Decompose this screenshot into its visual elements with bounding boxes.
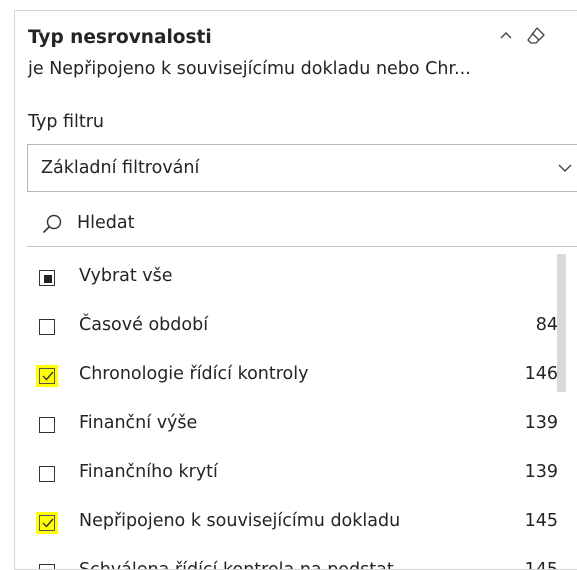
checkbox-box	[39, 368, 55, 384]
item-label: Nepřipojeno k souvisejícímu dokladu	[79, 511, 401, 531]
filter-card: Typ nesrovnalosti je Nepřipojeno k souvi…	[14, 10, 577, 570]
item-count: 146	[524, 364, 558, 384]
chevron-down-icon	[558, 164, 572, 172]
list-item[interactable]: Finanční výše 139	[15, 406, 577, 450]
select-all-row[interactable]: Vybrat vše	[15, 259, 577, 303]
check-icon	[42, 371, 54, 381]
checkbox-box	[39, 466, 55, 482]
partial-indicator	[44, 275, 52, 283]
item-label: Finanční výše	[79, 413, 198, 433]
checkbox[interactable]	[36, 365, 58, 387]
item-count: 145	[524, 511, 558, 531]
search-box[interactable]	[27, 201, 577, 247]
checkbox[interactable]	[36, 512, 58, 534]
checkbox-box	[39, 270, 55, 286]
checkbox-box	[39, 515, 55, 531]
item-label: Časové období	[79, 315, 209, 335]
item-count: 139	[524, 462, 558, 482]
eraser-icon[interactable]	[525, 25, 547, 47]
filter-type-label: Typ filtru	[28, 112, 105, 132]
checkbox[interactable]	[36, 463, 58, 485]
checkbox-box	[39, 564, 55, 569]
filter-type-dropdown[interactable]: Základní filtrování	[27, 144, 577, 192]
search-icon	[42, 214, 62, 234]
item-label: Schválena řídící kontrola na podstat...	[79, 560, 411, 570]
checkbox[interactable]	[36, 414, 58, 436]
list-item[interactable]: Nepřipojeno k souvisejícímu dokladu 145	[15, 504, 577, 548]
item-count: 145	[524, 560, 558, 570]
item-count: 139	[524, 413, 558, 433]
checkbox-box	[39, 319, 55, 335]
item-label: Finančního krytí	[79, 462, 218, 482]
filter-title: Typ nesrovnalosti	[28, 27, 212, 48]
filter-type-value: Základní filtrování	[41, 158, 200, 178]
list-item[interactable]: Finančního krytí 139	[15, 455, 577, 499]
scrollbar[interactable]	[557, 254, 566, 392]
chevron-up-icon[interactable]	[495, 25, 517, 47]
item-label: Chronologie řídící kontroly	[79, 364, 309, 384]
checkbox-box	[39, 417, 55, 433]
check-icon	[42, 518, 54, 528]
checkbox[interactable]	[36, 316, 58, 338]
search-input[interactable]	[77, 209, 527, 237]
value-list: Vybrat vše Časové období 84 Chronologie říd…	[15, 259, 577, 570]
checkbox[interactable]	[36, 561, 58, 569]
item-count: 84	[535, 315, 558, 335]
filter-summary: je Nepřipojeno k souvisejícímu dokladu n…	[28, 59, 471, 79]
list-item[interactable]: Chronologie řídící kontroly 146	[15, 357, 577, 401]
item-label: Vybrat vše	[79, 266, 173, 286]
list-item[interactable]: Schválena řídící kontrola na podstat... 1…	[15, 553, 577, 570]
list-item[interactable]: Časové období 84	[15, 308, 577, 352]
checkbox[interactable]	[36, 267, 58, 289]
